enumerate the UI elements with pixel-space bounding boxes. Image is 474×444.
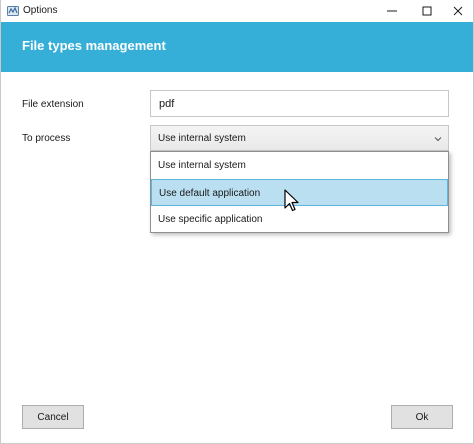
minimize-icon (387, 10, 397, 12)
process-label: To process (22, 133, 71, 144)
maximize-icon (422, 6, 432, 16)
close-icon (453, 6, 463, 16)
dropdown-option-label: Use specific application (158, 214, 263, 225)
window-title: Options (23, 5, 58, 16)
ok-button[interactable]: Ok (391, 405, 453, 429)
chevron-down-icon (434, 137, 442, 142)
maximize-button[interactable] (412, 0, 442, 22)
title-bar[interactable]: Options (1, 0, 473, 22)
extension-label: File extension (22, 99, 84, 110)
dropdown-option-label: Use internal system (158, 160, 246, 171)
process-select[interactable]: Use internal system (150, 125, 449, 151)
dropdown-option-internal-system[interactable]: Use internal system (151, 152, 448, 179)
dropdown-option-label: Use default application (159, 188, 261, 199)
minimize-button[interactable] (377, 0, 407, 22)
app-icon (7, 6, 19, 16)
process-selected-value: Use internal system (158, 133, 246, 144)
close-button[interactable] (443, 0, 473, 22)
header-banner: File types management (1, 22, 473, 72)
page-title: File types management (22, 38, 166, 53)
cancel-button[interactable]: Cancel (22, 405, 84, 429)
mouse-pointer-icon (284, 189, 299, 212)
options-window: Options File types management File exten… (0, 0, 474, 444)
extension-input[interactable] (150, 90, 449, 117)
